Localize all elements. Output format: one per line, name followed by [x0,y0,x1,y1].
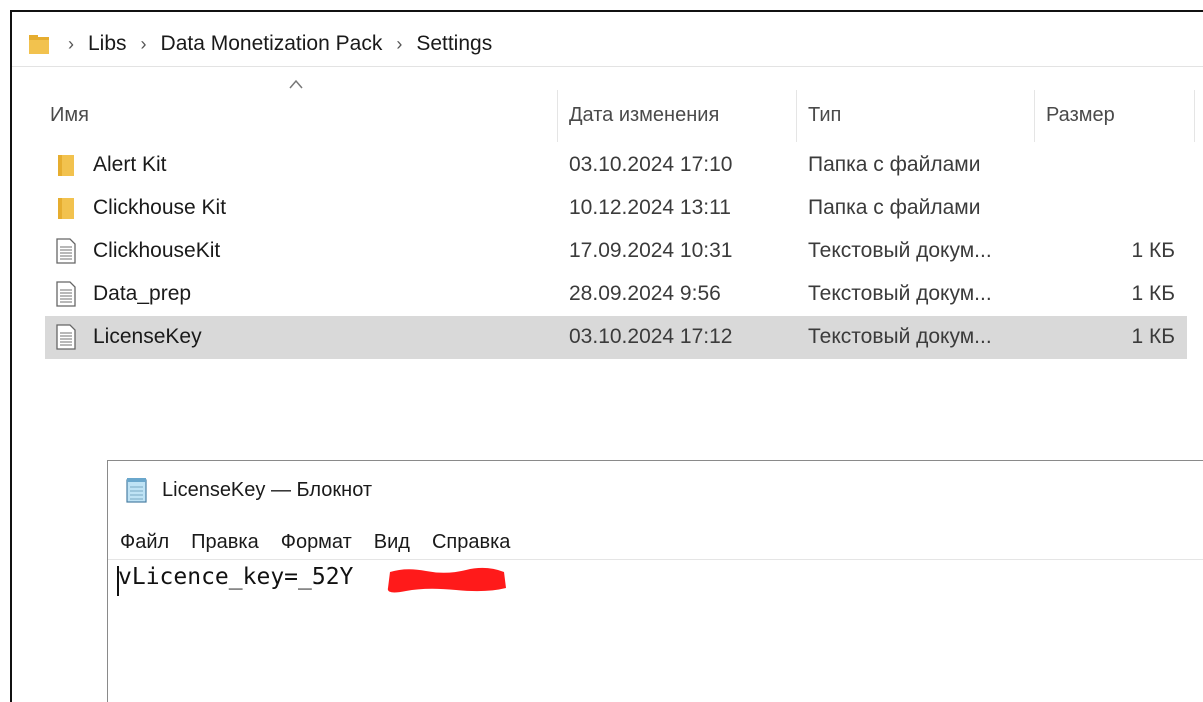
file-row-alert-kit[interactable]: Alert Kit 03.10.2024 17:10 Папка с файла… [45,144,1187,187]
column-header-name[interactable]: Имя [50,104,89,127]
file-name: Clickhouse Kit [93,196,227,219]
file-name: Alert Kit [93,153,167,176]
file-type: Папка с файлами [808,196,981,219]
file-row-clickhouse-kit[interactable]: Clickhouse Kit 10.12.2024 13:11 Папка с … [45,187,1187,230]
text-caret [117,566,119,596]
breadcrumb-item-libs[interactable]: Libs [88,32,127,56]
file-row-licensekey[interactable]: LicenseKey 03.10.2024 17:12 Текстовый до… [45,316,1187,359]
file-type: Текстовый докум... [808,325,992,348]
file-date: 10.12.2024 13:11 [569,196,731,219]
folder-icon [29,35,49,54]
file-name: Data_prep [93,282,192,305]
file-list: Alert Kit 03.10.2024 17:10 Папка с файла… [12,144,1203,359]
breadcrumb-item-settings[interactable]: Settings [416,32,492,56]
menu-view[interactable]: Вид [374,529,410,556]
column-header-date[interactable]: Дата изменения [569,104,719,127]
menu-file[interactable]: Файл [120,529,169,556]
notepad-text-area[interactable]: vLicence_key=_52Y [108,560,1203,702]
text-file-icon [56,281,76,307]
file-date: 17.09.2024 10:31 [569,239,733,262]
chevron-right-icon: › [396,33,403,54]
column-divider[interactable] [1194,90,1195,142]
file-size: 1 КБ [1131,282,1175,305]
file-date: 03.10.2024 17:12 [569,325,733,348]
column-divider[interactable] [557,90,558,142]
folder-icon [58,155,74,176]
license-key-text: vLicence_key=_52Y [118,564,354,590]
menu-format[interactable]: Формат [281,529,352,556]
sort-ascending-icon [289,79,303,89]
file-name: LicenseKey [93,325,202,348]
notepad-title-bar[interactable]: LicenseKey — Блокнот [108,461,1203,519]
column-headers: Имя Дата изменения Тип Размер [12,90,1203,142]
text-file-icon [56,238,76,264]
redaction-mark [387,567,506,593]
menu-edit[interactable]: Правка [191,529,259,556]
notepad-menu-bar: Файл Правка Формат Вид Справка [108,525,1203,560]
file-size: 1 КБ [1131,239,1175,262]
file-type: Текстовый докум... [808,239,992,262]
notepad-icon [126,478,147,503]
column-divider[interactable] [1034,90,1035,142]
menu-help[interactable]: Справка [432,529,510,556]
chevron-right-icon: › [68,33,74,54]
notepad-window: LicenseKey — Блокнот Файл Правка Формат … [107,460,1203,702]
file-date: 28.09.2024 9:56 [569,282,721,305]
file-name: ClickhouseKit [93,239,221,262]
file-date: 03.10.2024 17:10 [569,153,733,176]
file-row-clickhousekit[interactable]: ClickhouseKit 17.09.2024 10:31 Текстовый… [45,230,1187,273]
file-row-data-prep[interactable]: Data_prep 28.09.2024 9:56 Текстовый доку… [45,273,1187,316]
file-type: Текстовый докум... [808,282,992,305]
file-size: 1 КБ [1131,325,1175,348]
folder-icon [58,198,74,219]
column-divider[interactable] [796,90,797,142]
text-file-icon [56,324,76,350]
chevron-right-icon: › [140,33,147,54]
file-type: Папка с файлами [808,153,981,176]
column-header-size[interactable]: Размер [1046,104,1115,127]
screen: › Libs › Data Monetization Pack › Settin… [0,0,1203,702]
breadcrumb-item-data-monetization-pack[interactable]: Data Monetization Pack [161,32,383,56]
column-header-type[interactable]: Тип [808,104,841,127]
notepad-title: LicenseKey — Блокнот [162,478,373,501]
breadcrumb[interactable]: › Libs › Data Monetization Pack › Settin… [12,22,1203,67]
